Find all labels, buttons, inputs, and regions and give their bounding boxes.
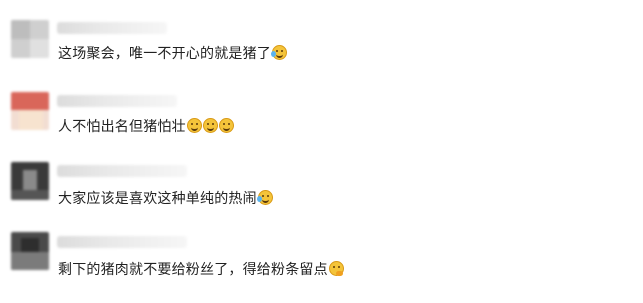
comment-item: 剩下的猪肉就不要给粉丝了，得给粉条留点 bbox=[0, 222, 643, 288]
avatar[interactable] bbox=[11, 162, 49, 200]
laugh-cry-icon bbox=[256, 190, 273, 205]
comment-text: 这场聚会，唯一不开心的就是猪了 bbox=[58, 44, 287, 64]
comment-text-content: 大家应该是喜欢这种单纯的热闹 bbox=[58, 191, 257, 207]
username-blurred bbox=[57, 95, 177, 107]
comment-item: 人不怕出名但猪怕壮 bbox=[0, 80, 643, 146]
comment-item: 这场聚会，唯一不开心的就是猪了 bbox=[0, 0, 643, 66]
username-blurred bbox=[57, 22, 167, 34]
grin-icon bbox=[218, 118, 234, 133]
comment-text: 人不怕出名但猪怕壮 bbox=[58, 117, 234, 137]
laugh-cry-icon bbox=[271, 45, 287, 60]
avatar[interactable] bbox=[11, 232, 49, 270]
comment-text-content: 剩下的猪肉就不要给粉丝了，得给粉条留点 bbox=[58, 262, 328, 278]
grin-icon bbox=[202, 118, 218, 133]
username-blurred bbox=[57, 236, 187, 248]
avatar[interactable] bbox=[11, 20, 49, 58]
username-blurred bbox=[57, 165, 187, 177]
comment-text-content: 这场聚会，唯一不开心的就是猪了 bbox=[58, 46, 271, 62]
avatar[interactable] bbox=[11, 92, 49, 130]
comment-text-content: 人不怕出名但猪怕壮 bbox=[58, 119, 186, 135]
grin-icon bbox=[186, 118, 202, 133]
thinking-icon bbox=[328, 261, 344, 276]
comment-text: 剩下的猪肉就不要给粉丝了，得给粉条留点 bbox=[58, 260, 344, 280]
comment-item: 大家应该是喜欢这种单纯的热闹 bbox=[0, 150, 643, 216]
comment-text: 大家应该是喜欢这种单纯的热闹 bbox=[58, 189, 273, 209]
